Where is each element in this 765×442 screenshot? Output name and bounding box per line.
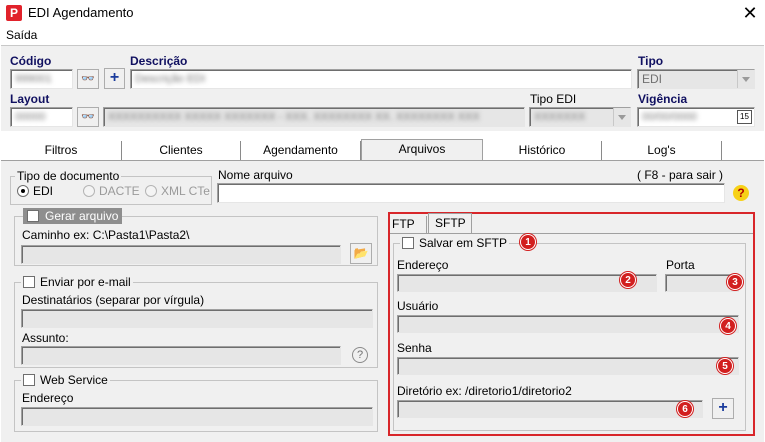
plus-icon: + <box>109 69 120 86</box>
f8-hint: ( F8 - para sair ) <box>637 168 724 182</box>
destinatarios-label: Destinatários (separar por vírgula) <box>22 293 205 307</box>
help-icon[interactable]: ? <box>733 185 749 201</box>
salvar-sftp-checkbox[interactable]: Salvar em SFTP <box>400 236 510 250</box>
caminho-label: Caminho ex: C:\Pasta1\Pasta2\ <box>22 228 190 242</box>
codigo-field[interactable]: 999001 <box>10 69 73 89</box>
badge-6: 6 <box>677 401 693 417</box>
tipo-edi-label: Tipo EDI <box>530 92 577 106</box>
tab-ftp[interactable]: FTP <box>391 216 427 233</box>
endereco-label: Endereço <box>397 258 449 272</box>
usuario-input[interactable] <box>397 315 739 333</box>
tab-divider <box>390 233 753 234</box>
nome-arquivo-input[interactable] <box>217 183 725 203</box>
endereco-input[interactable] <box>397 274 657 292</box>
email-checkbox[interactable]: Enviar por e-mail <box>21 275 133 289</box>
descricao-label: Descrição <box>130 54 188 68</box>
senha-input[interactable] <box>397 357 739 375</box>
ws-endereco-label: Endereço <box>22 391 74 405</box>
radio-dacte[interactable]: DACTE <box>83 184 140 198</box>
vigencia-label: Vigência <box>638 92 688 106</box>
browse-folder-button[interactable]: 📂 <box>350 243 372 264</box>
tab-agendamento[interactable]: Agendamento <box>241 141 361 160</box>
checkbox-icon <box>23 276 35 288</box>
gerar-arquivo-checkbox[interactable]: Gerar arquivo <box>23 208 123 224</box>
layout-description-field: XXXXXXXXXX XXXXX XXXXXXX - XXX. XXXXXXXX… <box>103 107 525 127</box>
destinatarios-input[interactable] <box>21 309 373 328</box>
codigo-label: Código <box>10 54 52 68</box>
tab-filtros[interactable]: Filtros <box>1 141 122 160</box>
chevron-down-icon <box>613 108 630 126</box>
tab-historico[interactable]: Histórico <box>483 141 602 160</box>
tab-clientes[interactable]: Clientes <box>122 141 241 160</box>
badge-2: 2 <box>620 272 636 288</box>
app-logo-icon: P <box>6 5 22 21</box>
badge-5: 5 <box>717 358 733 374</box>
radio-edi[interactable]: EDI <box>17 184 53 198</box>
layout-search-button[interactable]: 👓 <box>77 107 99 127</box>
tab-logs[interactable]: Log's <box>602 141 722 160</box>
assunto-label: Assunto: <box>22 331 69 345</box>
sftp-group: Salvar em SFTP Endereço Porta Usuário Se… <box>393 236 746 431</box>
badge-1: 1 <box>520 234 536 250</box>
tipo-documento-group: Tipo de documento EDI DACTE XML CTe <box>10 169 212 205</box>
usuario-label: Usuário <box>397 299 439 313</box>
chevron-down-icon <box>737 70 754 88</box>
caminho-input[interactable] <box>21 245 341 264</box>
layout-label: Layout <box>10 92 50 106</box>
binoculars-icon: 👓 <box>81 111 95 123</box>
radio-edi-icon <box>17 185 29 197</box>
codigo-search-button[interactable]: 👓 <box>77 69 99 89</box>
window-title: EDI Agendamento <box>28 5 134 20</box>
codigo-add-button[interactable]: + <box>104 68 125 89</box>
tipo-select[interactable]: EDI <box>637 69 755 89</box>
radio-xml-cte[interactable]: XML CTe <box>145 184 210 198</box>
vigencia-date-field[interactable]: 00/00/0000 15 <box>637 107 755 127</box>
gerar-arquivo-group: Gerar arquivo Caminho ex: C:\Pasta1\Past… <box>14 208 378 266</box>
ws-endereco-input[interactable] <box>21 407 373 426</box>
close-icon[interactable]: ✕ <box>738 1 762 25</box>
menu-bar: Saída <box>0 26 765 44</box>
title-bar: P EDI Agendamento ✕ <box>0 0 765 26</box>
assunto-input[interactable] <box>21 346 341 365</box>
folder-open-icon: 📂 <box>353 246 369 260</box>
tipo-label: Tipo <box>638 54 664 68</box>
diretorio-add-button[interactable]: + <box>712 398 734 419</box>
checkbox-icon <box>27 210 39 222</box>
menu-item-saida[interactable]: Saída <box>6 28 37 42</box>
radio-dacte-icon <box>83 185 95 197</box>
layout-field[interactable]: 00000 <box>10 107 73 127</box>
tab-bar: Filtros Clientes Agendamento Arquivos Hi… <box>1 139 764 161</box>
descricao-field[interactable]: Descrição EDI <box>130 69 632 89</box>
binoculars-icon: 👓 <box>81 73 95 85</box>
badge-4: 4 <box>720 318 736 334</box>
calendar-icon[interactable]: 15 <box>737 110 752 124</box>
checkbox-icon <box>402 237 414 249</box>
webservice-group: Web Service Endereço <box>14 373 378 432</box>
porta-label: Porta <box>666 258 695 272</box>
tipo-documento-label: Tipo de documento <box>15 169 122 183</box>
diretorio-input[interactable] <box>397 400 703 418</box>
question-icon[interactable]: ? <box>352 347 368 363</box>
nome-arquivo-label: Nome arquivo <box>218 168 293 182</box>
diretorio-label: Diretório ex: /diretorio1/diretorio2 <box>397 384 572 398</box>
checkbox-icon <box>23 374 35 386</box>
tipo-edi-select[interactable]: XXXXXXX <box>529 107 631 127</box>
tab-sftp[interactable]: SFTP <box>428 213 472 234</box>
tab-arquivos[interactable]: Arquivos <box>361 139 483 161</box>
plus-icon: + <box>718 399 728 416</box>
email-group: Enviar por e-mail Destinatários (separar… <box>14 275 378 368</box>
senha-label: Senha <box>397 341 432 355</box>
badge-3: 3 <box>727 274 743 290</box>
webservice-checkbox[interactable]: Web Service <box>21 373 110 387</box>
radio-xml-cte-icon <box>145 185 157 197</box>
